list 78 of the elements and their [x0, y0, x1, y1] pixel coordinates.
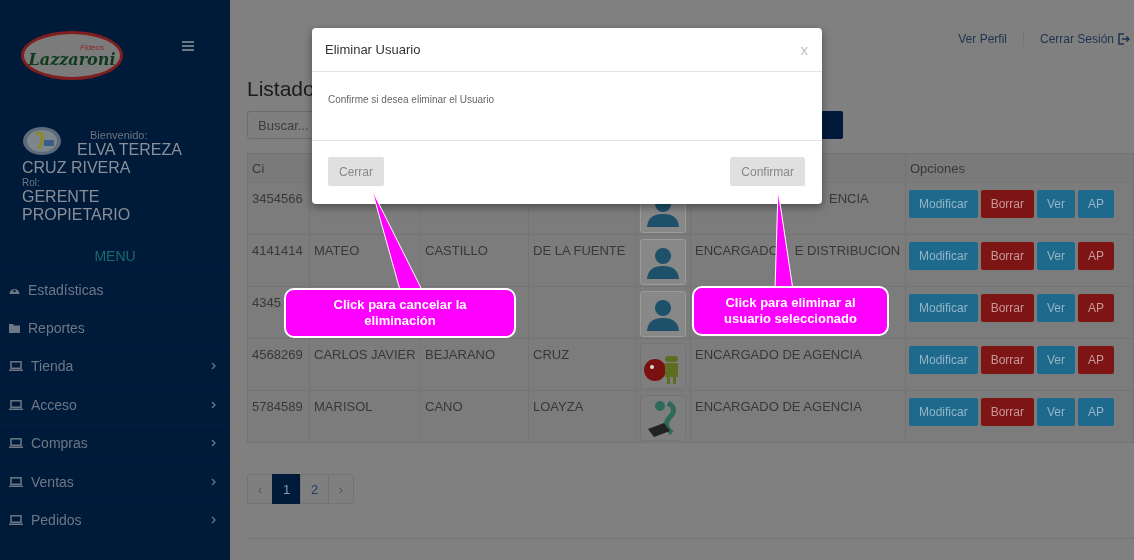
- action-button[interactable]: Modificar: [909, 346, 978, 374]
- column-header: Ci: [247, 153, 310, 183]
- user-name: CRUZ RIVERA: [22, 159, 131, 177]
- action-button[interactable]: Borrar: [980, 294, 1035, 322]
- table-cell: DE LA FUENTE: [533, 243, 626, 258]
- previous-page-button[interactable]: ‹: [247, 474, 273, 504]
- table-cell: CASTILLO: [425, 243, 488, 258]
- dialog-button[interactable]: Confirmar: [730, 157, 805, 186]
- table-cell: 5784589: [252, 399, 303, 414]
- sidebar-item[interactable]: Reportes: [0, 308, 230, 347]
- action-button[interactable]: AP: [1078, 398, 1115, 426]
- table-cell: 4141414: [252, 243, 303, 258]
- next-page-button[interactable]: ›: [328, 474, 354, 504]
- laptop-icon: [9, 361, 23, 372]
- table-cell: 3454566: [252, 191, 303, 206]
- table-cell: CRUZ: [533, 347, 570, 362]
- sidebar-item[interactable]: Pedidos: [0, 500, 230, 539]
- top-link[interactable]: Ver Perfil: [942, 32, 1023, 46]
- folder-icon: [9, 323, 20, 333]
- menu-icon[interactable]: [182, 41, 194, 51]
- table-cell: 4345: [252, 295, 281, 310]
- laptop-icon: [9, 438, 23, 449]
- table-cell: E DISTRIBUCION: [794, 243, 901, 258]
- laptop-icon: [9, 476, 23, 487]
- person-avatar-icon: [647, 300, 679, 331]
- table-cell: MARISOL: [314, 399, 373, 414]
- action-button[interactable]: Ver: [1037, 190, 1076, 218]
- action-button[interactable]: Borrar: [980, 242, 1035, 270]
- dialog-title: Eliminar Usuario: [325, 42, 421, 57]
- action-button[interactable]: Borrar: [980, 398, 1035, 426]
- sidebar-item[interactable]: Ventas: [0, 461, 230, 501]
- table-cell: BEJARANO: [425, 347, 496, 362]
- user-name: ELVA TEREZA: [77, 141, 182, 159]
- action-button[interactable]: Ver: [1037, 294, 1076, 322]
- top-link[interactable]: Cerrar Sesión: [1022, 32, 1130, 46]
- role-label: Rol:: [22, 177, 41, 188]
- action-button[interactable]: Ver: [1037, 346, 1076, 374]
- close-button[interactable]: x: [798, 41, 810, 58]
- action-button[interactable]: Modificar: [909, 398, 978, 426]
- table-cell: LOAYZA: [533, 399, 584, 414]
- sidebar-item[interactable]: Tienda: [0, 346, 230, 386]
- column-header: Opciones: [905, 153, 1134, 183]
- table-cell: CARLOS JAVIER: [314, 347, 416, 362]
- table-cell: ENCARGADO DE AGENCIA: [695, 399, 862, 414]
- laptop-icon: [9, 399, 23, 410]
- action-button[interactable]: Modificar: [909, 294, 978, 322]
- action-button[interactable]: Ver: [1037, 398, 1076, 426]
- action-button[interactable]: AP: [1078, 190, 1115, 218]
- sidebar-item[interactable]: Acceso: [0, 385, 230, 424]
- menu-heading: MENU: [93, 248, 137, 264]
- action-button[interactable]: Ver: [1037, 242, 1076, 270]
- action-button[interactable]: AP: [1078, 294, 1115, 322]
- sidebar-item[interactable]: Compras: [0, 423, 230, 462]
- logout-icon[interactable]: [1118, 33, 1130, 45]
- table-cell: CANO: [425, 399, 463, 414]
- welcome-label: Bienvenido:: [89, 129, 148, 141]
- action-button[interactable]: Borrar: [980, 346, 1035, 374]
- action-button[interactable]: Borrar: [980, 190, 1035, 218]
- table-cell: ENCIA: [829, 191, 869, 206]
- table-cell: 4568269: [252, 347, 303, 362]
- user-avatar-icon: [22, 126, 62, 156]
- dialog-button[interactable]: Cerrar: [328, 157, 384, 186]
- person-avatar-icon: [647, 248, 679, 279]
- page-button[interactable]: 1: [272, 474, 301, 504]
- action-button[interactable]: AP: [1078, 242, 1115, 270]
- brand-logo: Fideos Lazzaroni: [21, 31, 123, 80]
- callout-box: Click para eliminar al usuario seleccionado: [692, 286, 889, 336]
- table-cell: ENCARGADO DE AGENCIA: [695, 347, 862, 362]
- page-heading: Listado: [247, 76, 315, 102]
- user-role: GERENTE PROPIETARIO: [22, 188, 132, 224]
- dialog-message: Confirme si desea eliminar el Usuario: [328, 94, 495, 105]
- table-cell: MATEO: [314, 243, 360, 258]
- action-button[interactable]: AP: [1078, 346, 1115, 374]
- laptop-icon: [9, 515, 23, 526]
- page-button[interactable]: 2: [300, 474, 329, 504]
- action-button[interactable]: Modificar: [909, 242, 978, 270]
- action-button[interactable]: Modificar: [909, 190, 978, 218]
- sidebar-item[interactable]: Estadísticas: [0, 270, 230, 309]
